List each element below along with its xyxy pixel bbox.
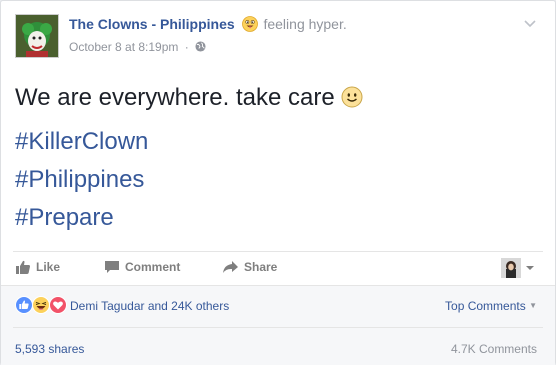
- meta-separator: ·: [184, 40, 189, 54]
- post-text-line: We are everywhere. take care: [15, 82, 541, 117]
- smiley-icon: [341, 85, 363, 117]
- love-reaction-icon: [49, 296, 67, 314]
- page-avatar[interactable]: [15, 14, 59, 58]
- haha-reaction-icon: [32, 296, 50, 314]
- shares-count-link[interactable]: 5,593 shares: [15, 342, 84, 356]
- share-label: Share: [244, 260, 278, 274]
- comment-button[interactable]: Comment: [104, 259, 180, 275]
- post-timestamp[interactable]: October 8 at 8:19pm: [69, 40, 178, 54]
- post-meta: October 8 at 8:19pm ·: [69, 40, 206, 55]
- post-header: The Clowns - Philippines feeling hyper. …: [15, 14, 541, 60]
- like-label: Like: [36, 260, 61, 274]
- share-button[interactable]: Share: [222, 259, 277, 275]
- post-footer: Demi Tagudar and 24K others Top Comments…: [1, 285, 555, 365]
- divider: [13, 327, 543, 328]
- caret-down-icon: ▼: [529, 301, 537, 310]
- viewer-selector[interactable]: [501, 257, 539, 279]
- top-comments-dropdown[interactable]: Top Comments ▼: [445, 299, 537, 313]
- hashtag-link[interactable]: #KillerClown: [15, 123, 541, 161]
- comment-icon: [105, 261, 119, 273]
- top-comments-label: Top Comments: [445, 299, 526, 313]
- post-card: The Clowns - Philippines feeling hyper. …: [0, 0, 556, 365]
- hashtag-link[interactable]: #Prepare: [15, 199, 541, 237]
- page-name-link[interactable]: The Clowns - Philippines: [69, 16, 235, 32]
- thumbs-up-icon: [16, 260, 31, 274]
- post-text: We are everywhere. take care: [15, 84, 335, 111]
- post-body: We are everywhere. take care #KillerClow…: [15, 82, 541, 237]
- action-bar: Like Comment Share: [15, 255, 541, 283]
- like-reaction-icon: [15, 296, 33, 314]
- reactions-text: Demi Tagudar and 24K others: [70, 299, 230, 313]
- divider: [13, 251, 543, 252]
- feeling-text: feeling hyper.: [263, 16, 347, 32]
- globe-icon[interactable]: [195, 41, 206, 55]
- share-arrow-icon: [223, 261, 238, 273]
- chevron-down-icon[interactable]: [523, 16, 537, 30]
- like-button[interactable]: Like: [15, 259, 60, 275]
- hashtag-link[interactable]: #Philippines: [15, 161, 541, 199]
- comments-count-link[interactable]: 4.7K Comments: [451, 342, 537, 356]
- post-author-line: The Clowns - Philippines feeling hyper.: [69, 16, 347, 35]
- comment-label: Comment: [125, 260, 181, 274]
- crazy-face-icon: [241, 16, 258, 35]
